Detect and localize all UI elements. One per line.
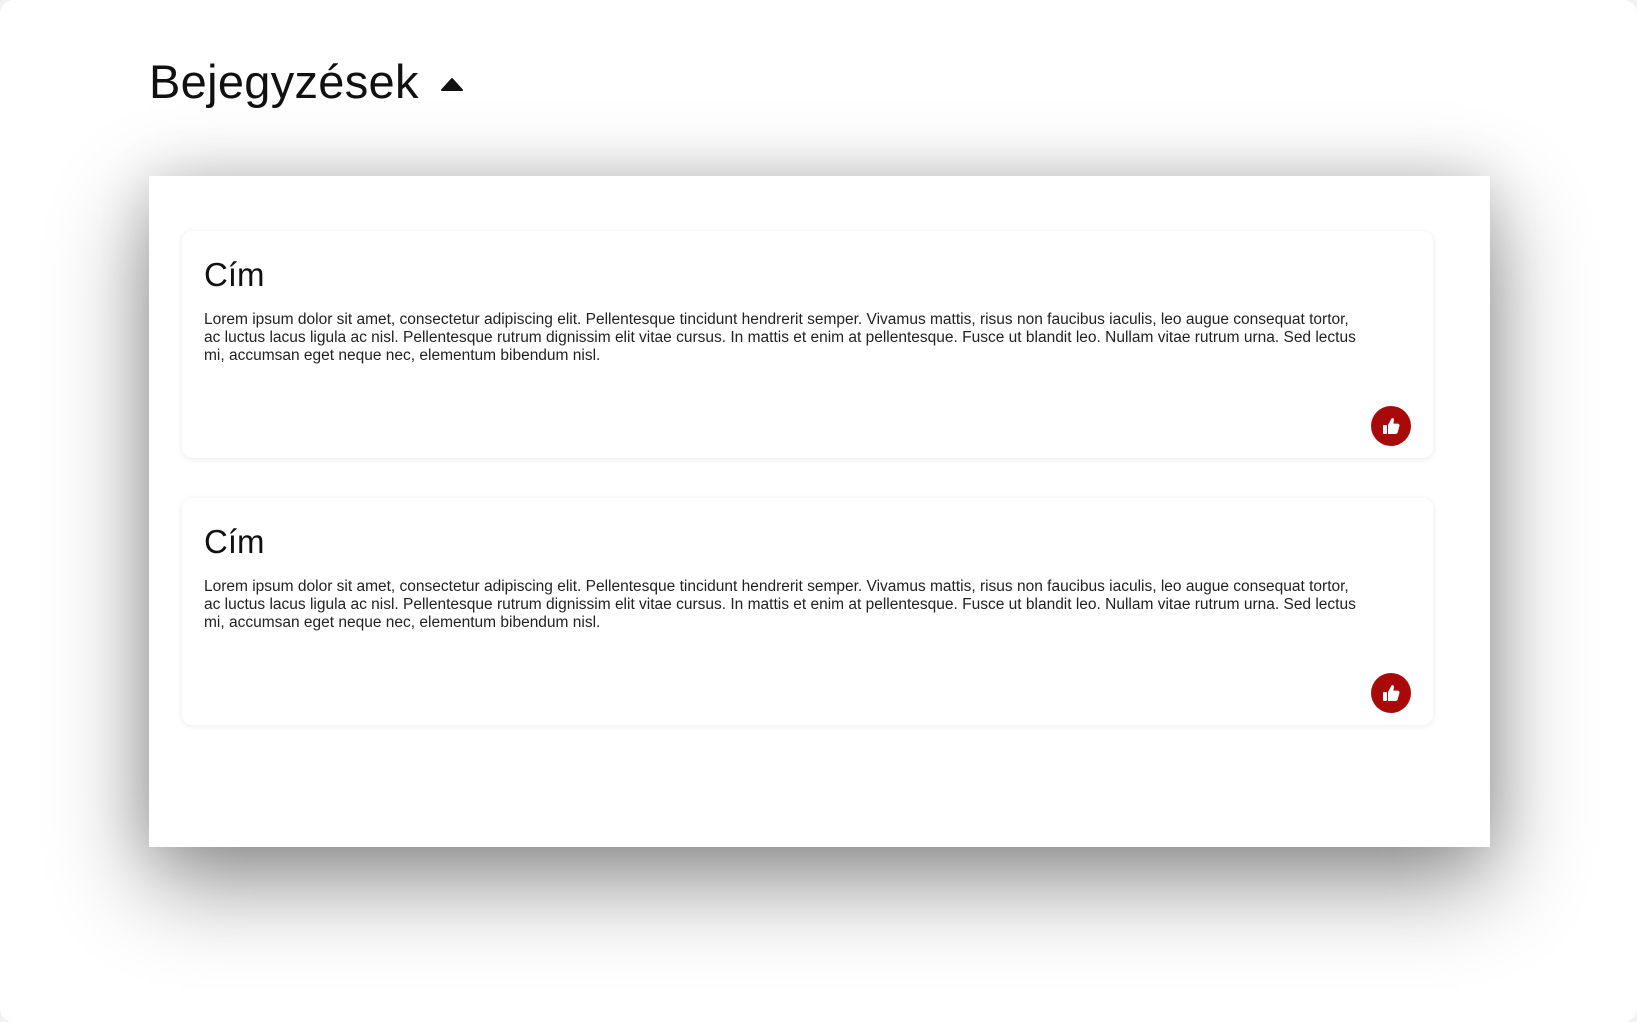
thumbs-up-icon bbox=[1379, 681, 1403, 705]
post-card: Cím Lorem ipsum dolor sit amet, consecte… bbox=[182, 231, 1433, 458]
thumbs-up-icon bbox=[1379, 414, 1403, 438]
post-title: Cím bbox=[204, 256, 265, 293]
posts-section-toggle[interactable]: Bejegyzések bbox=[149, 52, 465, 112]
like-button[interactable] bbox=[1371, 673, 1411, 713]
post-body: Lorem ipsum dolor sit amet, consectetur … bbox=[204, 578, 1356, 631]
post-body: Lorem ipsum dolor sit amet, consectetur … bbox=[204, 311, 1356, 364]
post-title: Cím bbox=[204, 523, 265, 560]
caret-up-icon[interactable] bbox=[439, 74, 465, 94]
like-button[interactable] bbox=[1371, 406, 1411, 446]
section-title: Bejegyzések bbox=[149, 55, 419, 108]
page: Bejegyzések Cím Lorem ipsum dolor sit am… bbox=[0, 0, 1637, 1022]
post-card: Cím Lorem ipsum dolor sit amet, consecte… bbox=[182, 498, 1433, 725]
posts-panel: Cím Lorem ipsum dolor sit amet, consecte… bbox=[149, 176, 1490, 847]
